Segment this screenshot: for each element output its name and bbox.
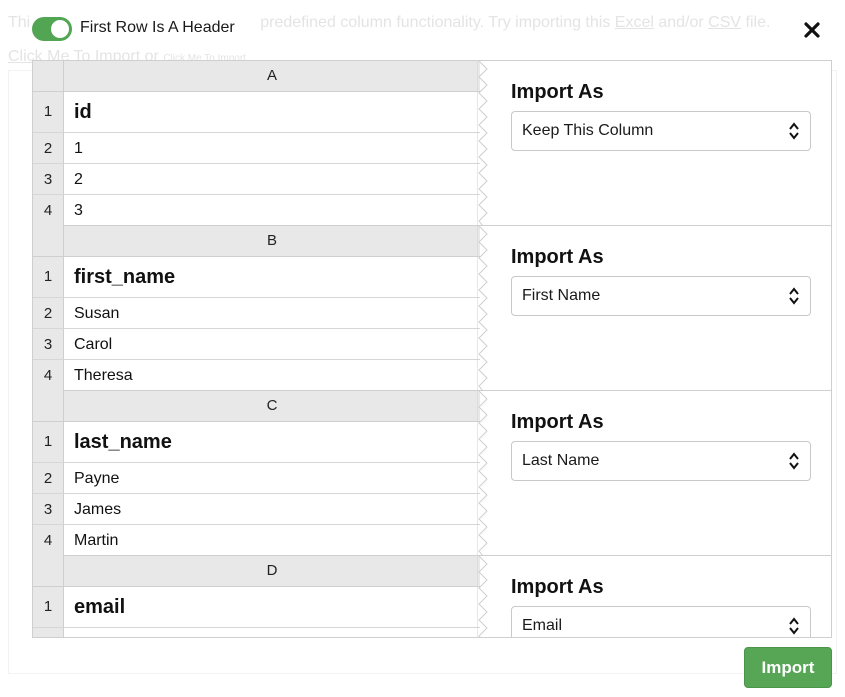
cell-value: 1 bbox=[74, 140, 83, 157]
toggle-knob bbox=[51, 20, 69, 38]
table-row: 2 bbox=[33, 628, 480, 637]
cell-value: Payne bbox=[74, 470, 120, 487]
row-number: 1 bbox=[33, 587, 64, 627]
torn-edge bbox=[477, 61, 488, 226]
torn-edge bbox=[477, 556, 488, 637]
cell-value: Carol bbox=[74, 336, 113, 353]
row-number: 4 bbox=[33, 525, 64, 556]
cell-value: Susan bbox=[74, 305, 120, 322]
import-as-label: Import As bbox=[511, 576, 604, 598]
table-row: 21 bbox=[33, 133, 480, 164]
select-value: Last Name bbox=[522, 452, 600, 469]
select-value: First Name bbox=[522, 287, 601, 304]
sheet-preview: C 1 last_name 2 Payne 3 James 4 Martin bbox=[33, 391, 488, 556]
header-toggle-switch[interactable] bbox=[32, 17, 72, 41]
column-letter: D bbox=[266, 562, 278, 579]
cell-value: id bbox=[74, 101, 92, 123]
sheet-corner bbox=[33, 61, 64, 92]
table-row: 3 Carol bbox=[33, 329, 480, 360]
column-letter: B bbox=[266, 232, 277, 249]
table-row: 32 bbox=[33, 164, 480, 195]
torn-edge bbox=[477, 391, 488, 556]
table-row: 1 first_name bbox=[33, 257, 480, 298]
row-number: 2 bbox=[33, 298, 64, 328]
import-as-label: Import As bbox=[511, 411, 604, 433]
table-row: 1 last_name bbox=[33, 422, 480, 463]
import-as-label: Import As bbox=[511, 246, 604, 268]
column-block-d: D 1 email 2 Import As Email bbox=[33, 556, 831, 637]
sheet-corner bbox=[33, 556, 64, 587]
select-arrows-icon bbox=[789, 452, 799, 470]
select-arrows-icon bbox=[789, 287, 799, 305]
sheet-preview: D 1 email 2 bbox=[33, 556, 488, 637]
cell-value: Theresa bbox=[74, 367, 133, 384]
row-number: 2 bbox=[33, 628, 64, 637]
row-number: 3 bbox=[33, 329, 64, 359]
table-row: 1 email bbox=[33, 587, 480, 628]
import-as-select[interactable]: Email bbox=[511, 606, 811, 637]
column-letter: A bbox=[266, 67, 277, 84]
column-mapping-panel: A 1 id 21 32 43 Import As Keep This Colum… bbox=[32, 60, 832, 638]
column-block-c: C 1 last_name 2 Payne 3 James 4 Martin Impor… bbox=[33, 391, 831, 556]
excel-link[interactable]: Excel bbox=[615, 14, 654, 31]
cell-value: 2 bbox=[74, 171, 83, 188]
table-row: 2 Susan bbox=[33, 298, 480, 329]
select-value: Email bbox=[522, 617, 563, 634]
import-as-section: Import As Last Name bbox=[511, 391, 831, 556]
import-as-section: Import As First Name bbox=[511, 226, 831, 391]
csv-link[interactable]: CSV bbox=[708, 14, 741, 31]
import-button[interactable]: Import bbox=[744, 647, 832, 688]
column-block-a: A 1 id 21 32 43 Import As Keep This Colum… bbox=[33, 61, 831, 226]
cell-value: last_name bbox=[74, 431, 172, 453]
sheet-column-header: B bbox=[33, 226, 480, 257]
sheet-column-header: C bbox=[33, 391, 480, 422]
row-number: 2 bbox=[33, 133, 64, 163]
sheet-corner bbox=[33, 226, 64, 257]
select-arrows-icon bbox=[789, 617, 799, 635]
cell-value: Martin bbox=[74, 532, 119, 549]
row-number: 3 bbox=[33, 164, 64, 194]
import-as-section: Import As Email bbox=[511, 556, 831, 637]
sheet-column-header: D bbox=[33, 556, 480, 587]
table-row: 1 id bbox=[33, 92, 480, 133]
row-number: 1 bbox=[33, 422, 64, 462]
sheet-corner bbox=[33, 391, 64, 422]
column-block-b: B 1 first_name 2 Susan 3 Carol 4 Theresa Imp… bbox=[33, 226, 831, 391]
select-value: Keep This Column bbox=[522, 122, 654, 139]
table-row: 4 Theresa bbox=[33, 360, 480, 391]
import-as-select[interactable]: Keep This Column bbox=[511, 111, 811, 151]
sheet-preview: B 1 first_name 2 Susan 3 Carol 4 Theresa bbox=[33, 226, 488, 391]
row-number: 4 bbox=[33, 360, 64, 391]
sheet-preview: A 1 id 21 32 43 bbox=[33, 61, 488, 226]
table-row: 43 bbox=[33, 195, 480, 226]
cell-value: 3 bbox=[74, 202, 83, 219]
cell-value: email bbox=[74, 596, 126, 618]
header-toggle-label: First Row Is A Header bbox=[80, 19, 235, 36]
table-row: 2 Payne bbox=[33, 463, 480, 494]
import-as-select[interactable]: First Name bbox=[511, 276, 811, 316]
table-row: 3 James bbox=[33, 494, 480, 525]
import-as-select[interactable]: Last Name bbox=[511, 441, 811, 481]
import-as-section: Import As Keep This Column bbox=[511, 61, 831, 226]
row-number: 1 bbox=[33, 92, 64, 132]
row-number: 4 bbox=[33, 195, 64, 226]
cell-value: James bbox=[74, 501, 122, 518]
table-row: 4 Martin bbox=[33, 525, 480, 556]
torn-edge bbox=[477, 226, 488, 391]
select-arrows-icon bbox=[789, 122, 799, 140]
import-as-label: Import As bbox=[511, 81, 604, 103]
close-icon[interactable] bbox=[802, 20, 822, 40]
cell-value: first_name bbox=[74, 266, 176, 288]
row-number: 2 bbox=[33, 463, 64, 493]
row-number: 1 bbox=[33, 257, 64, 297]
row-number: 3 bbox=[33, 494, 64, 524]
column-letter: C bbox=[266, 397, 278, 414]
sheet-column-header: A bbox=[33, 61, 480, 92]
